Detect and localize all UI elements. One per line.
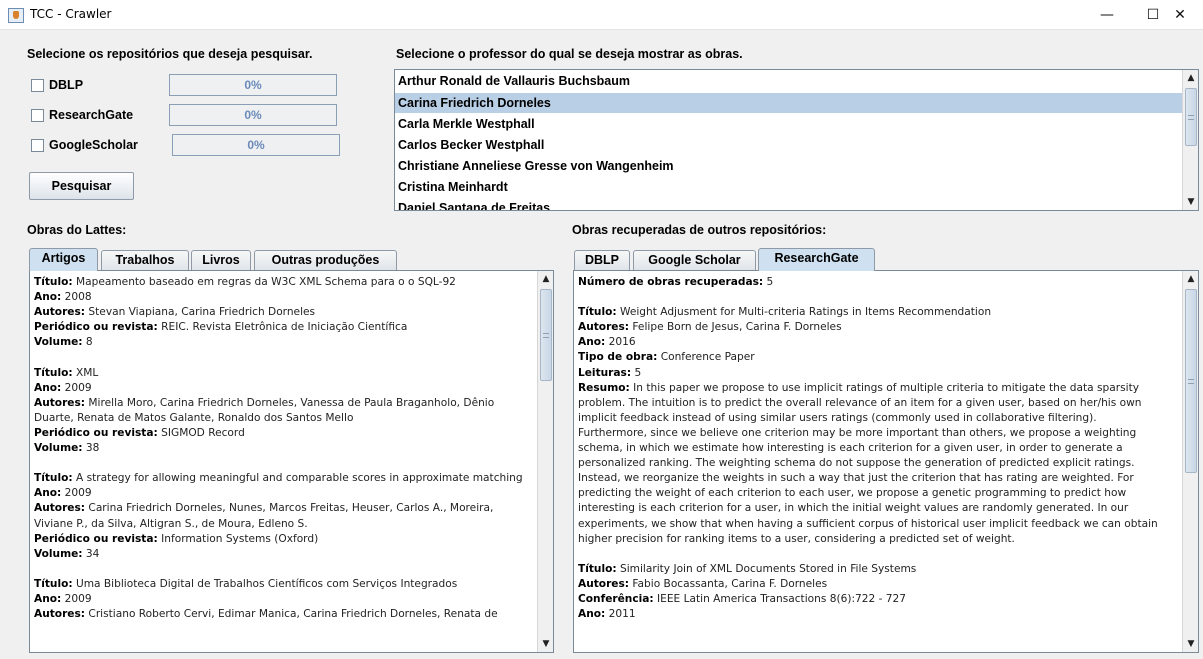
other-entry: Título: Similarity Join of XML Documents… xyxy=(578,562,917,621)
googlescholar-label: GoogleScholar xyxy=(49,138,138,152)
tab-google-scholar[interactable]: Google Scholar xyxy=(633,250,756,270)
researchgate-checkbox[interactable] xyxy=(31,109,44,122)
professor-item[interactable]: Carlos Becker Westphall xyxy=(395,135,1183,155)
others-heading: Obras recuperadas de outros repositórios… xyxy=(572,223,827,237)
scroll-up-arrow-icon[interactable]: ▲ xyxy=(538,271,553,287)
dblp-progress-bar: 0% xyxy=(169,74,337,96)
scroll-thumb[interactable] xyxy=(540,289,552,381)
dblp-checkbox[interactable] xyxy=(31,79,44,92)
googlescholar-checkbox[interactable] xyxy=(31,139,44,152)
professor-item[interactable]: Cristina Meinhardt xyxy=(395,177,1183,197)
dblp-progress-text: 0% xyxy=(244,78,262,92)
lattes-entry: Título: Uma Biblioteca Digital de Trabal… xyxy=(34,577,498,621)
tab-livros[interactable]: Livros xyxy=(191,250,251,270)
researchgate-progress-text: 0% xyxy=(244,108,262,122)
scroll-down-arrow-icon[interactable]: ▼ xyxy=(1183,636,1198,652)
lattes-scrollbar[interactable]: ▲ ▼ xyxy=(537,271,553,652)
other-works-text[interactable]: Número de obras recuperadas: 5 Título: W… xyxy=(573,270,1199,653)
googlescholar-progress-text: 0% xyxy=(247,138,265,152)
title-bar: TCC - Crawler — ☐ ✕ xyxy=(0,0,1203,30)
lattes-tabbar: Artigos Trabalhos Livros Outras produçõe… xyxy=(29,248,549,271)
professor-item[interactable]: Arthur Ronald de Vallauris Buchsbaum xyxy=(395,71,1183,91)
tab-dblp[interactable]: DBLP xyxy=(574,250,630,270)
other-works-scrollbar[interactable]: ▲ ▼ xyxy=(1182,271,1198,652)
scroll-up-arrow-icon[interactable]: ▲ xyxy=(1183,271,1198,287)
tab-artigos[interactable]: Artigos xyxy=(29,248,98,271)
professor-list[interactable]: Arthur Ronald de Vallauris Buchsbaum Car… xyxy=(394,69,1199,211)
other-works-content: Número de obras recuperadas: 5 Título: W… xyxy=(578,275,1178,637)
googlescholar-progress-bar: 0% xyxy=(172,134,340,156)
scroll-thumb[interactable] xyxy=(1185,88,1197,146)
lattes-entry: Título: XML Ano: 2009 Autores: Mirella M… xyxy=(34,366,495,455)
professor-item-selected[interactable]: Carina Friedrich Dorneles xyxy=(395,93,1183,113)
scroll-thumb[interactable] xyxy=(1185,289,1197,473)
professor-list-scrollbar[interactable]: ▲ ▼ xyxy=(1182,70,1198,210)
other-entry: Título: Weight Adjusment for Multi-crite… xyxy=(578,306,1158,545)
window-title: TCC - Crawler xyxy=(30,7,112,21)
lattes-works-content: Título: Mapeamento baseado em regras da … xyxy=(34,275,533,637)
dblp-label: DBLP xyxy=(49,78,84,92)
tab-outras-producoes[interactable]: Outras produções xyxy=(254,250,397,270)
scroll-up-arrow-icon[interactable]: ▲ xyxy=(1183,70,1198,86)
professor-item[interactable]: Daniel Santana de Freitas xyxy=(395,198,1183,210)
professors-heading: Selecione o professor do qual se deseja … xyxy=(396,47,743,61)
professor-item[interactable]: Christiane Anneliese Gresse von Wangenhe… xyxy=(395,156,1183,176)
scroll-down-arrow-icon[interactable]: ▼ xyxy=(538,636,553,652)
close-button[interactable]: ✕ xyxy=(1157,0,1203,30)
others-tabbar: DBLP Google Scholar ResearchGate xyxy=(574,248,974,271)
lattes-heading: Obras do Lattes: xyxy=(27,223,127,237)
lattes-entry: Título: Mapeamento baseado em regras da … xyxy=(34,276,456,349)
researchgate-label: ResearchGate xyxy=(49,108,134,122)
java-app-icon xyxy=(8,8,24,23)
professor-item[interactable]: Carla Merkle Westphall xyxy=(395,114,1183,134)
lattes-entry: Título: A strategy for allowing meaningf… xyxy=(34,472,523,560)
lattes-works-text[interactable]: Título: Mapeamento baseado em regras da … xyxy=(29,270,554,653)
researchgate-progress-bar: 0% xyxy=(169,104,337,126)
repositories-heading: Selecione os repositórios que deseja pes… xyxy=(27,47,313,61)
scroll-down-arrow-icon[interactable]: ▼ xyxy=(1183,194,1198,210)
search-button[interactable]: Pesquisar xyxy=(29,172,134,200)
tab-trabalhos[interactable]: Trabalhos xyxy=(101,250,189,270)
minimize-button[interactable]: — xyxy=(1084,0,1130,30)
tab-researchgate[interactable]: ResearchGate xyxy=(758,248,875,271)
